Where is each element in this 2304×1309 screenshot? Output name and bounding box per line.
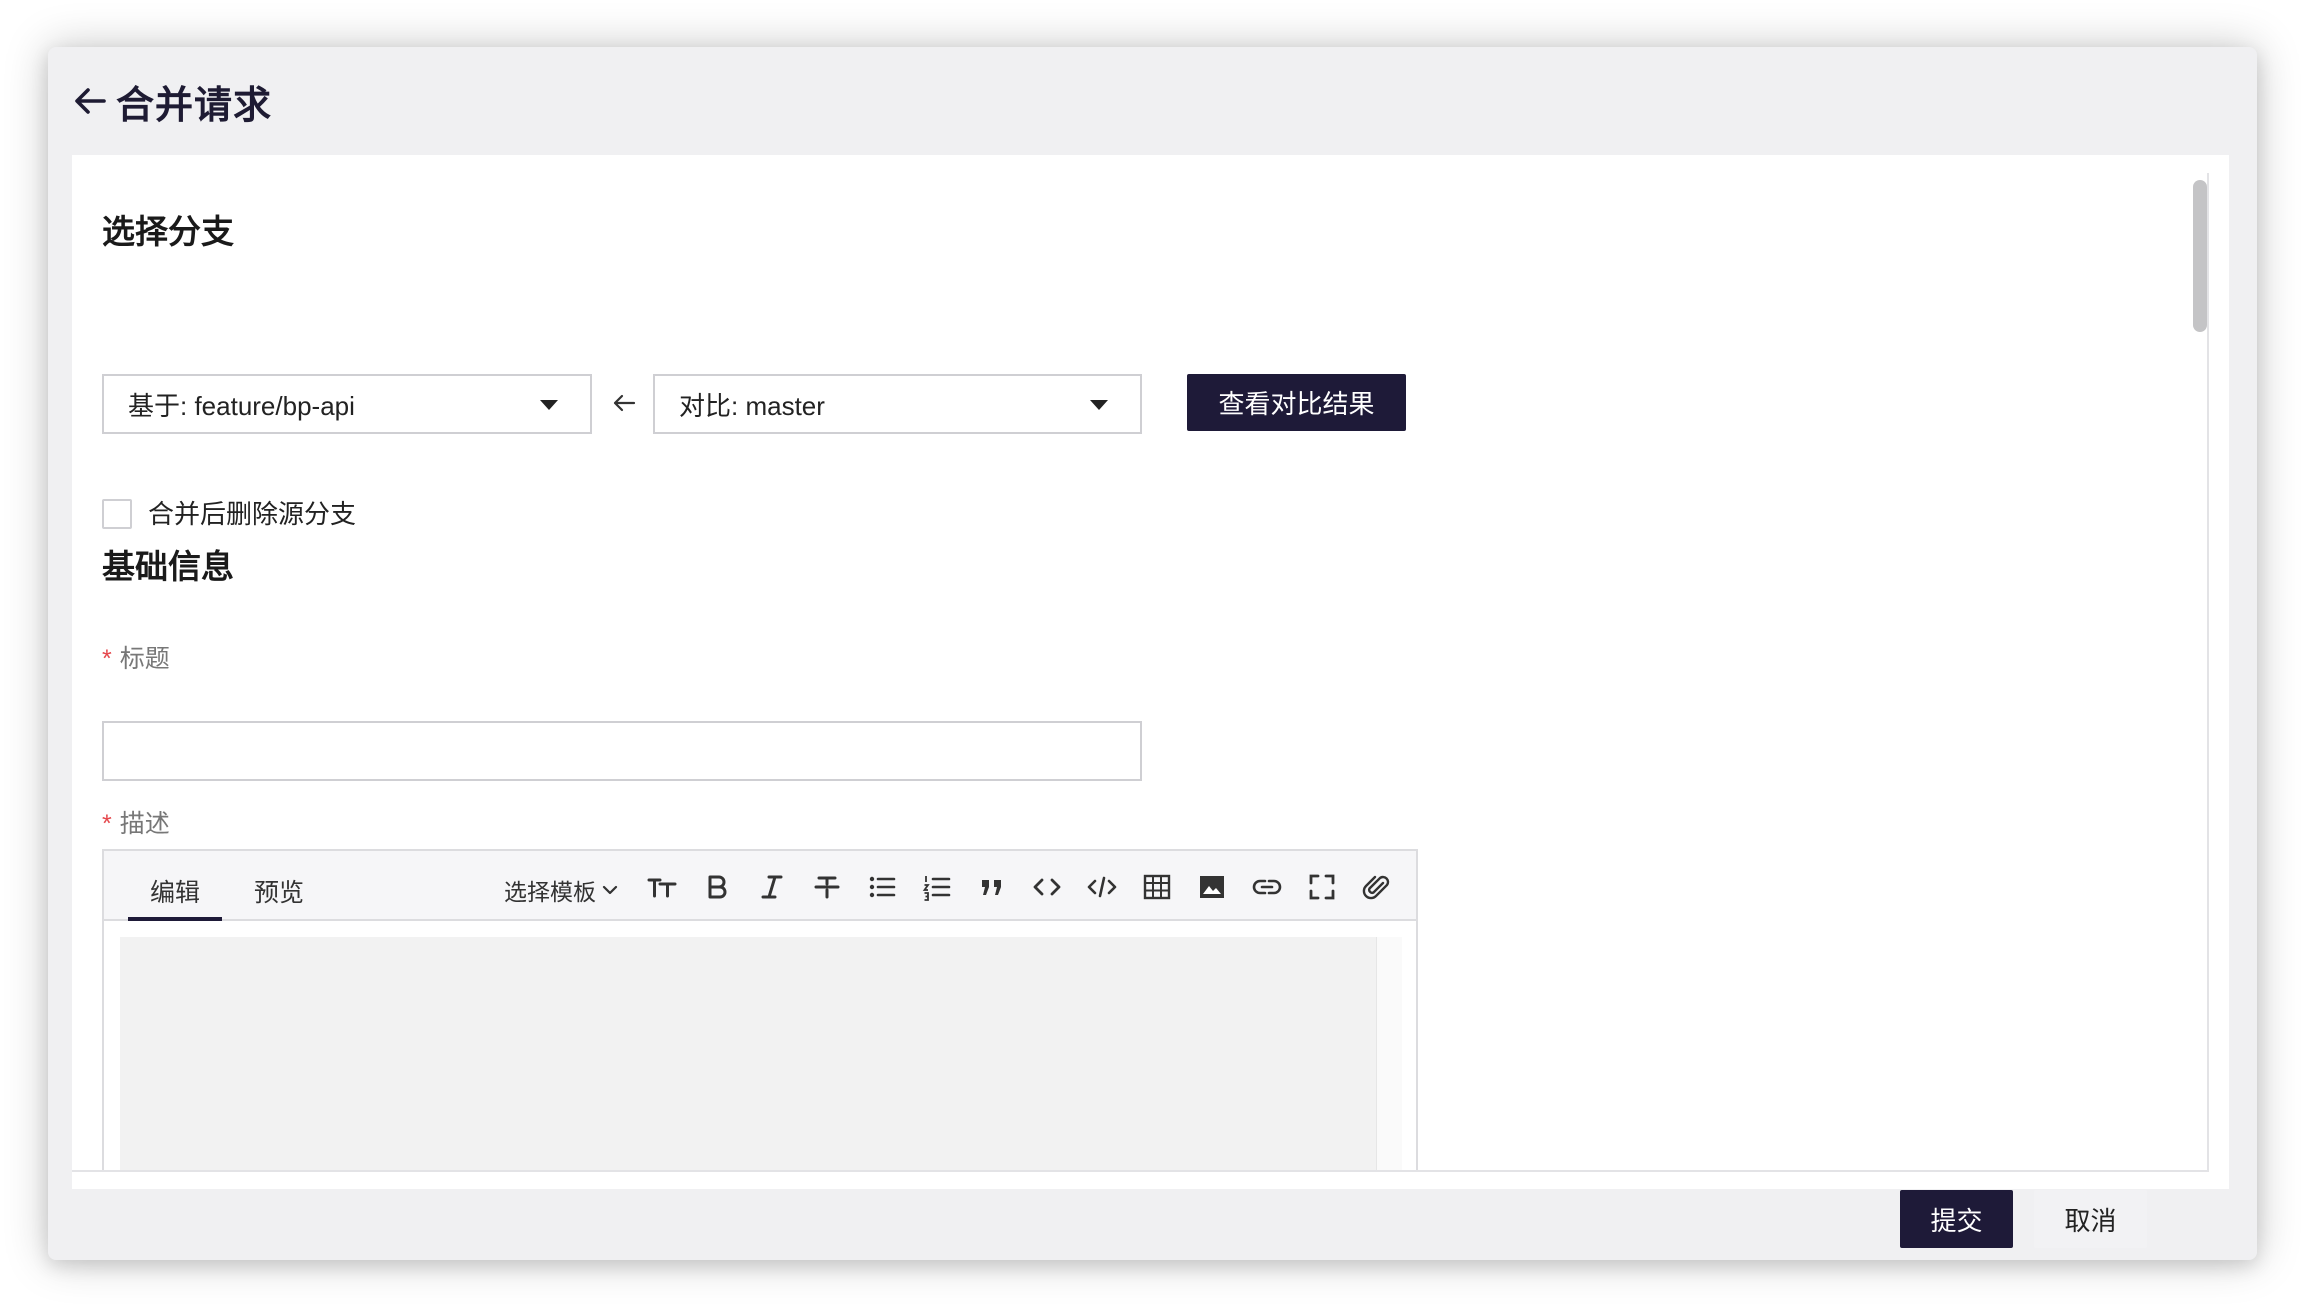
description-label-text: 描述 <box>119 810 170 838</box>
strikethrough-icon[interactable] <box>811 871 843 903</box>
page-title: 合并请求 <box>116 84 273 127</box>
title-label-text: 标题 <box>119 645 170 673</box>
numbered-list-icon[interactable] <box>921 871 953 903</box>
chevron-down-icon <box>602 885 618 895</box>
chevron-down-icon <box>1090 400 1108 410</box>
fullscreen-icon[interactable] <box>1306 871 1338 903</box>
editor-textarea[interactable] <box>120 937 1376 1170</box>
required-mark: * <box>102 645 112 673</box>
template-select[interactable]: 选择模板 <box>504 873 620 907</box>
panel-scrollbar[interactable] <box>2193 180 2207 332</box>
bullet-list-icon[interactable] <box>866 871 898 903</box>
code-icon[interactable] <box>1031 871 1063 903</box>
page-header: 合并请求 <box>48 47 2257 155</box>
delete-source-label: 合并后删除源分支 <box>148 499 357 529</box>
editor-scrollbar[interactable] <box>1376 937 1402 1170</box>
title-input[interactable] <box>102 721 1142 781</box>
submit-button[interactable]: 提交 <box>1900 1190 2013 1248</box>
table-icon[interactable] <box>1141 871 1173 903</box>
view-compare-button[interactable]: 查看对比结果 <box>1187 374 1406 431</box>
left-arrow-icon <box>613 394 636 412</box>
compare-branch-select[interactable]: 对比: master <box>653 374 1142 434</box>
link-icon[interactable] <box>1251 871 1283 903</box>
back-arrow-icon[interactable] <box>70 81 110 121</box>
branch-section-title: 选择分支 <box>102 213 234 250</box>
title-field-label: * 标题 <box>102 639 170 675</box>
italic-icon[interactable] <box>756 871 788 903</box>
bold-icon[interactable] <box>701 871 733 903</box>
markdown-editor: 编辑 预览 选择模板 <box>102 849 1418 1170</box>
scroll-area: 选择分支 基于: feature/bp-api 对比: master 查看对比结… <box>72 173 2209 1172</box>
compare-branch-value: 对比: master <box>679 390 825 421</box>
info-section-title: 基础信息 <box>102 548 234 585</box>
quote-icon[interactable] <box>976 871 1008 903</box>
text-size-icon[interactable] <box>646 871 678 903</box>
tab-preview[interactable]: 预览 <box>232 865 326 921</box>
chevron-down-icon <box>540 400 558 410</box>
image-icon[interactable] <box>1196 871 1228 903</box>
base-branch-select[interactable]: 基于: feature/bp-api <box>102 374 592 434</box>
editor-toolbar: 编辑 预览 选择模板 <box>104 851 1416 921</box>
delete-source-checkbox[interactable] <box>102 499 132 529</box>
code-block-icon[interactable] <box>1086 871 1118 903</box>
content-panel: 选择分支 基于: feature/bp-api 对比: master 查看对比结… <box>72 155 2229 1189</box>
tab-edit[interactable]: 编辑 <box>128 865 222 921</box>
template-select-label: 选择模板 <box>504 879 596 905</box>
cancel-button[interactable]: 取消 <box>2034 1190 2147 1248</box>
base-branch-value: 基于: feature/bp-api <box>128 390 355 421</box>
attachment-icon[interactable] <box>1361 871 1393 903</box>
required-mark: * <box>102 810 112 838</box>
merge-request-window: 合并请求 选择分支 基于: feature/bp-api 对比: master … <box>48 47 2257 1260</box>
description-field-label: * 描述 <box>102 804 170 840</box>
